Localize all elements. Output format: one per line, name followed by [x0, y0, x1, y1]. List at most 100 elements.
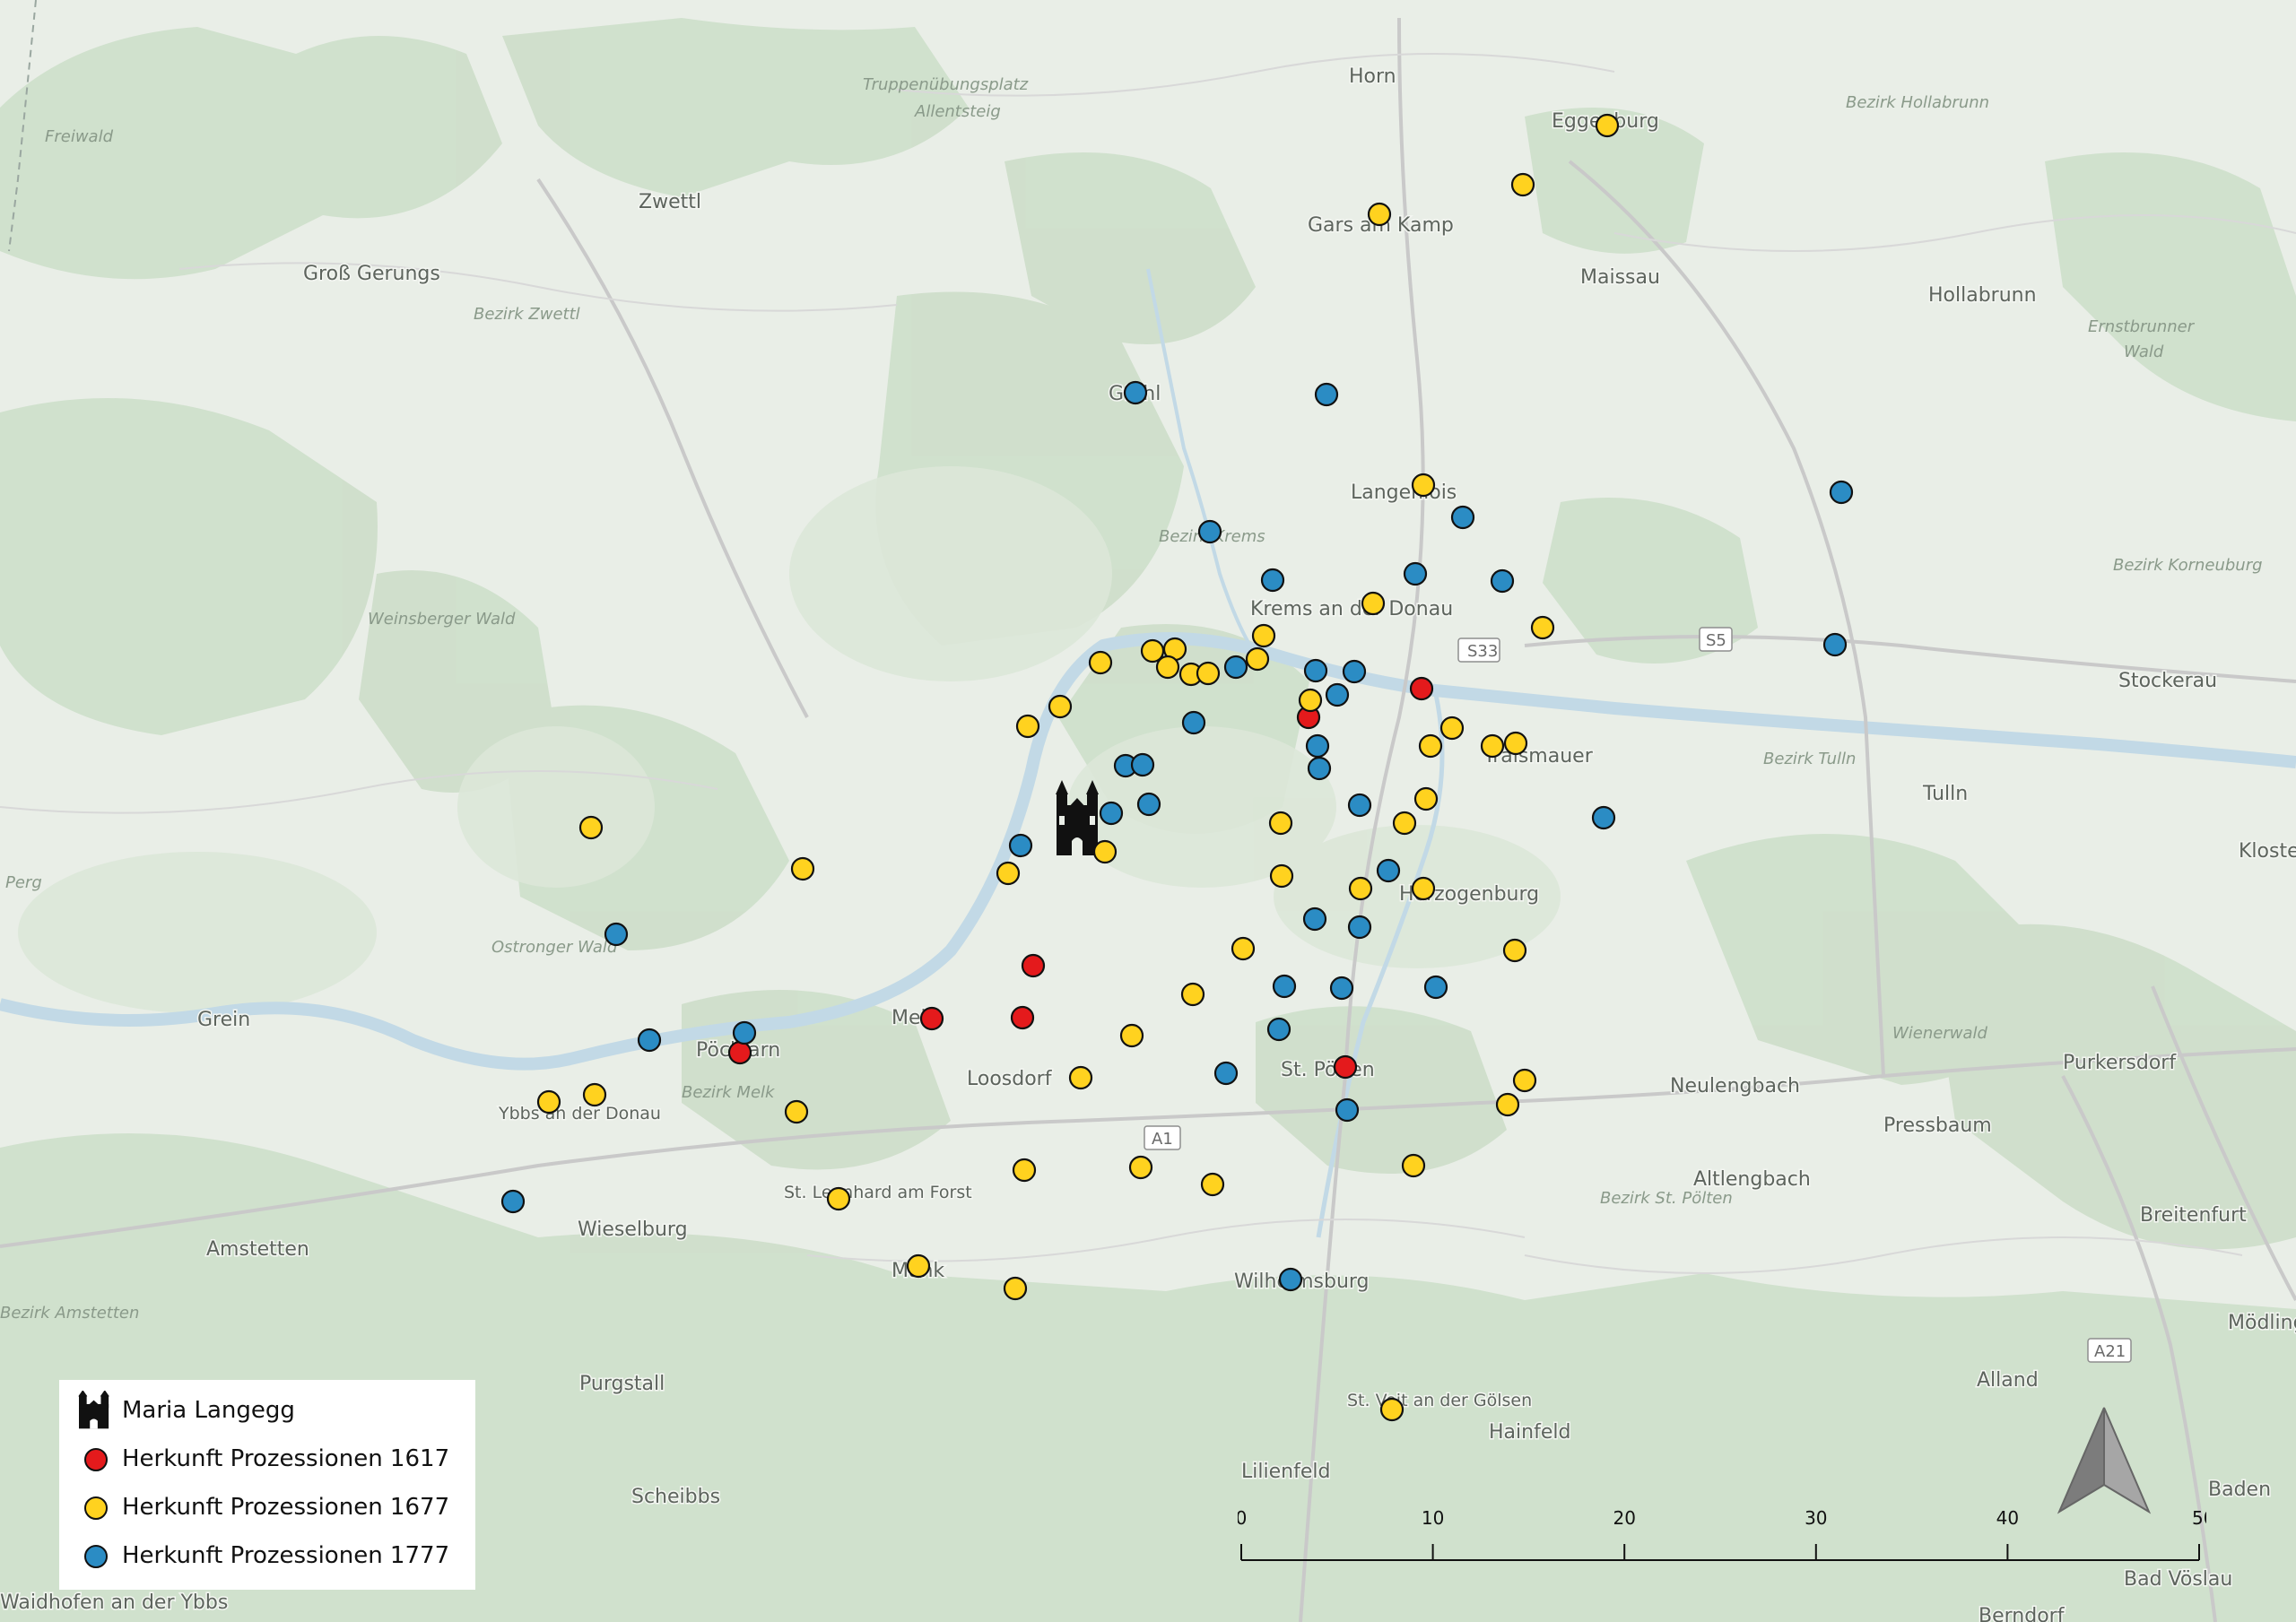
procession-1777-marker[interactable]	[1260, 568, 1285, 593]
procession-1677-marker[interactable]	[1200, 1172, 1225, 1197]
place-label: Altlengbach	[1693, 1168, 1811, 1191]
procession-1777-marker[interactable]	[1450, 505, 1475, 530]
procession-1677-marker[interactable]	[1510, 172, 1535, 197]
procession-1617-marker[interactable]	[727, 1040, 752, 1065]
procession-1677-marker[interactable]	[1012, 1158, 1037, 1183]
procession-1777-marker[interactable]	[1591, 805, 1616, 830]
procession-1677-marker[interactable]	[1128, 1155, 1153, 1180]
procession-1677-marker[interactable]	[1015, 714, 1040, 739]
procession-1677-marker[interactable]	[1231, 936, 1256, 961]
place-label: Ostronger Wald	[491, 938, 618, 957]
procession-1677-marker[interactable]	[1495, 1092, 1520, 1117]
procession-1677-marker[interactable]	[790, 856, 815, 881]
procession-1777-marker[interactable]	[1822, 632, 1848, 657]
procession-1677-marker[interactable]	[996, 861, 1021, 886]
procession-1777-marker[interactable]	[1099, 801, 1124, 826]
procession-1777-marker[interactable]	[1347, 793, 1372, 818]
procession-1777-marker[interactable]	[1136, 792, 1161, 817]
procession-1677-marker[interactable]	[1361, 591, 1386, 616]
procession-1677-marker[interactable]	[906, 1253, 931, 1279]
procession-1677-marker[interactable]	[1503, 731, 1528, 756]
procession-1677-marker[interactable]	[1411, 876, 1436, 901]
procession-1677-marker[interactable]	[826, 1186, 851, 1211]
procession-1777-marker[interactable]	[1490, 568, 1515, 594]
procession-1677-marker[interactable]	[536, 1089, 561, 1115]
procession-1677-marker[interactable]	[1401, 1153, 1426, 1178]
procession-1777-marker[interactable]	[1223, 655, 1248, 680]
procession-1677-marker[interactable]	[1512, 1068, 1537, 1093]
scale-tick-label: 30	[1805, 1507, 1827, 1529]
procession-1777-marker[interactable]	[1376, 858, 1401, 883]
procession-1677-marker[interactable]	[1413, 786, 1439, 811]
procession-1617-marker[interactable]	[1021, 953, 1046, 978]
place-label: Wald	[2124, 343, 2164, 361]
procession-1777-marker[interactable]	[1829, 480, 1854, 505]
procession-1677-marker[interactable]	[1269, 863, 1294, 889]
procession-1677-marker[interactable]	[1502, 938, 1527, 963]
place-label: Scheibbs	[631, 1486, 720, 1508]
procession-1777-marker[interactable]	[1342, 659, 1367, 684]
procession-1777-marker[interactable]	[1197, 519, 1222, 544]
procession-1777-marker[interactable]	[1335, 1097, 1360, 1123]
procession-1677-marker[interactable]	[1196, 661, 1221, 686]
procession-1677-marker[interactable]	[1092, 839, 1118, 864]
procession-1777-marker[interactable]	[1314, 382, 1339, 407]
procession-1677-marker[interactable]	[1530, 615, 1555, 640]
procession-1677-marker[interactable]	[1088, 650, 1113, 675]
legend-item-1777: Herkunft Prozessionen 1777	[75, 1536, 449, 1575]
procession-1777-marker[interactable]	[1181, 710, 1206, 735]
procession-1777-marker[interactable]	[1213, 1061, 1239, 1086]
procession-1777-marker[interactable]	[1305, 733, 1330, 759]
place-label: Bezirk Melk	[682, 1083, 776, 1102]
procession-1677-marker[interactable]	[1480, 733, 1505, 759]
procession-1677-marker[interactable]	[1439, 716, 1465, 741]
procession-1777-marker[interactable]	[1272, 974, 1297, 999]
procession-1677-marker[interactable]	[1595, 113, 1620, 138]
procession-1677-marker[interactable]	[1155, 655, 1180, 680]
procession-1677-marker[interactable]	[1119, 1023, 1144, 1048]
procession-1777-marker[interactable]	[1423, 975, 1448, 1000]
procession-1677-marker[interactable]	[1251, 623, 1276, 648]
procession-1777-marker[interactable]	[1008, 833, 1033, 858]
map[interactable]: S33 S5 A1 A21 Truppenübungsplatz Allents…	[0, 0, 2296, 1622]
procession-1777-marker[interactable]	[604, 922, 629, 947]
legend-label: Herkunft Prozessionen 1617	[122, 1445, 450, 1472]
procession-1777-marker[interactable]	[1307, 756, 1332, 781]
procession-1777-marker[interactable]	[1347, 915, 1372, 940]
place-label: Hainfeld	[1489, 1421, 1570, 1444]
procession-1677-marker[interactable]	[1180, 982, 1205, 1007]
procession-1677-marker[interactable]	[1411, 473, 1436, 498]
procession-1777-marker[interactable]	[1329, 976, 1354, 1001]
procession-1677-marker[interactable]	[578, 815, 604, 840]
procession-1677-marker[interactable]	[1418, 733, 1443, 759]
procession-1677-marker[interactable]	[1245, 646, 1270, 672]
procession-1677-marker[interactable]	[1367, 202, 1392, 227]
procession-1777-marker[interactable]	[1325, 682, 1350, 707]
procession-1777-marker[interactable]	[500, 1189, 526, 1214]
procession-1777-marker[interactable]	[1278, 1267, 1303, 1292]
procession-1677-marker[interactable]	[1048, 694, 1073, 719]
procession-1677-marker[interactable]	[1068, 1065, 1093, 1090]
place-label: Hollabrunn	[1928, 284, 2037, 307]
procession-1777-marker[interactable]	[732, 1020, 757, 1045]
procession-1777-marker[interactable]	[1403, 561, 1428, 586]
procession-1677-marker[interactable]	[1268, 811, 1293, 836]
procession-1777-marker[interactable]	[1130, 752, 1155, 777]
procession-1777-marker[interactable]	[1266, 1017, 1292, 1042]
procession-1677-marker[interactable]	[1003, 1276, 1028, 1301]
procession-1777-marker[interactable]	[1302, 906, 1327, 932]
procession-1677-marker[interactable]	[1298, 688, 1323, 713]
procession-1617-marker[interactable]	[919, 1006, 944, 1031]
procession-1617-marker[interactable]	[1333, 1054, 1358, 1080]
procession-1777-marker[interactable]	[637, 1028, 662, 1053]
procession-1677-marker[interactable]	[582, 1082, 607, 1107]
procession-1677-marker[interactable]	[1379, 1397, 1405, 1422]
place-label: Freiwald	[45, 127, 114, 146]
procession-1617-marker[interactable]	[1409, 676, 1434, 701]
procession-1777-marker[interactable]	[1123, 380, 1148, 405]
procession-1677-marker[interactable]	[1392, 811, 1417, 836]
procession-1677-marker[interactable]	[784, 1099, 809, 1124]
procession-1677-marker[interactable]	[1348, 876, 1373, 901]
procession-1617-marker[interactable]	[1010, 1005, 1035, 1030]
procession-1777-marker[interactable]	[1303, 658, 1328, 683]
